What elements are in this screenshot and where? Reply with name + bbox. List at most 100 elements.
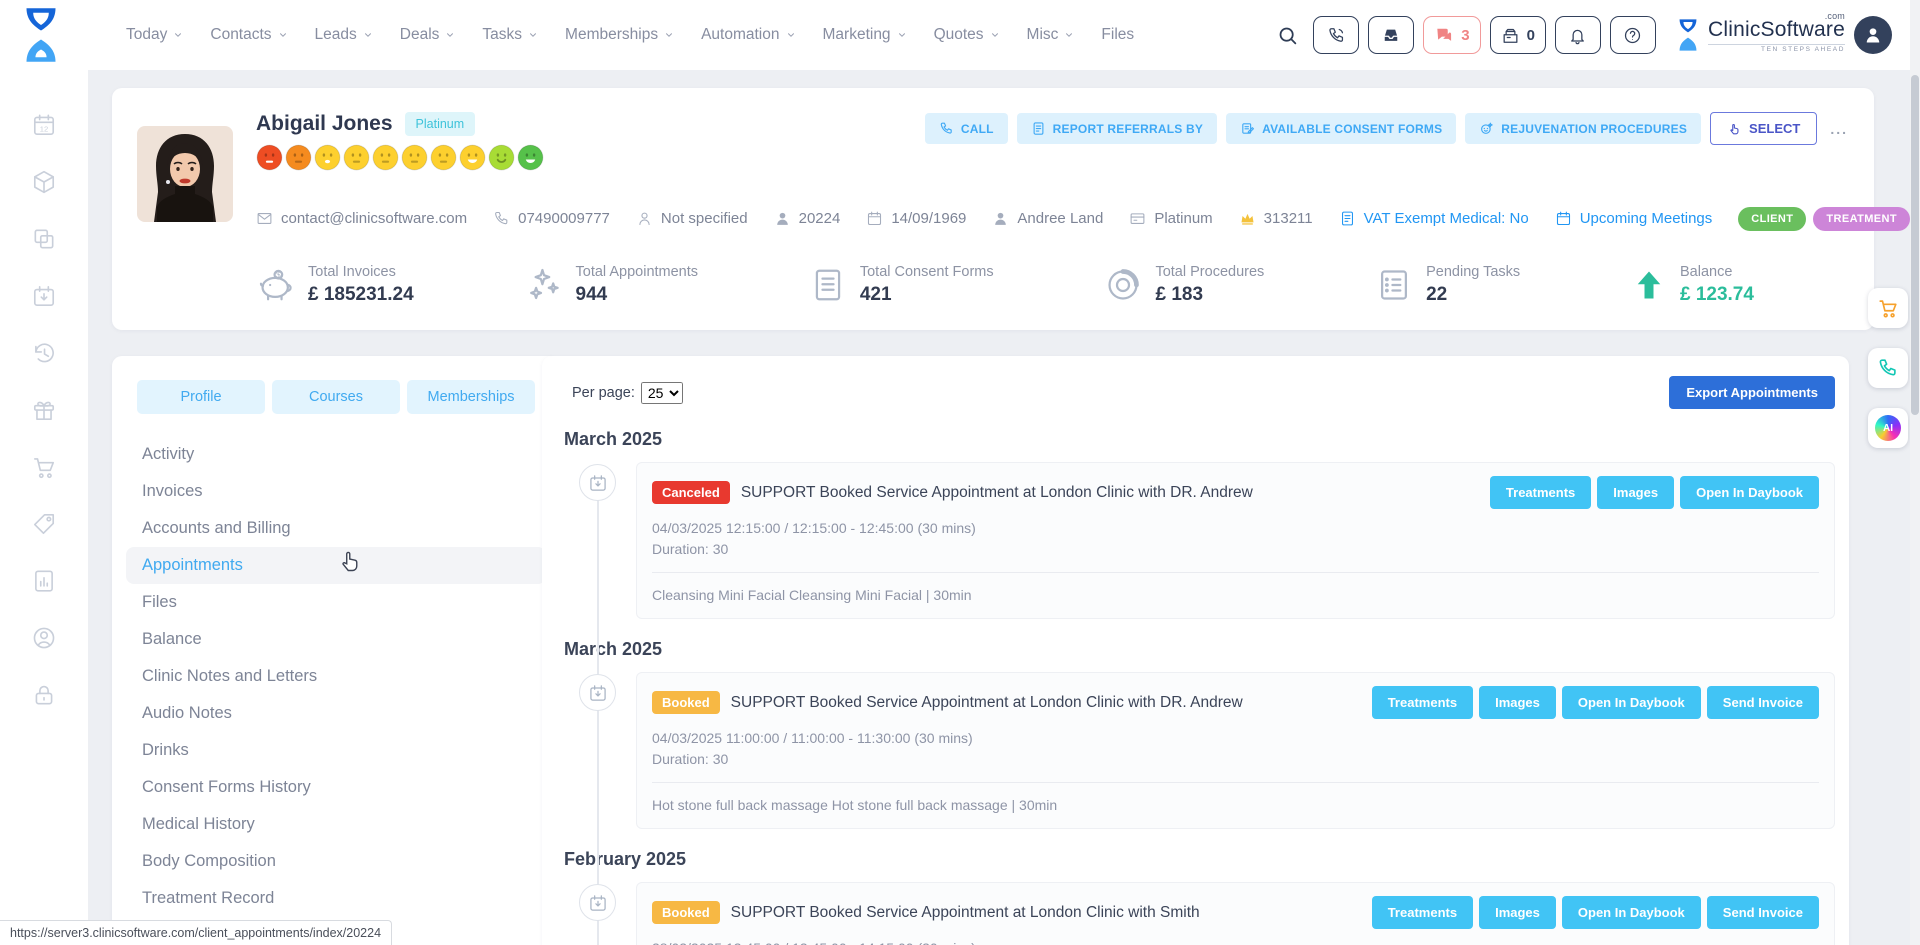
chat-button[interactable]: 3 [1423,16,1480,54]
sidebar-item-audio-notes[interactable]: Audio Notes [126,695,546,732]
images-button[interactable]: Images [1479,896,1556,929]
rail-chartdoc-icon[interactable] [31,568,57,594]
sidebar-item-activity[interactable]: Activity [126,436,546,473]
person-icon [1863,25,1883,45]
scrollbar-thumb[interactable] [1911,75,1919,415]
images-button[interactable]: Images [1597,476,1674,509]
nav-item-misc[interactable]: Misc [1027,26,1075,44]
mood-face-icon[interactable] [517,144,544,171]
mood-face-icon[interactable] [401,144,428,171]
hand-pointer-icon [1727,121,1742,136]
rail-tag-icon[interactable] [31,511,57,537]
rejuvenation-procedures-button[interactable]: REJUVENATION PROCEDURES [1465,113,1701,144]
chevron-down-icon [528,30,538,40]
tab-courses[interactable]: Courses [272,380,400,414]
mood-face-icon[interactable] [488,144,515,171]
treatments-button[interactable]: Treatments [1372,896,1473,929]
select-button[interactable]: SELECT [1710,112,1817,145]
nav-item-tasks[interactable]: Tasks [482,26,538,44]
chevron-down-icon [445,30,455,40]
nav-item-automation[interactable]: Automation [701,26,795,44]
rail-history-icon[interactable] [31,340,57,366]
help-button[interactable] [1610,16,1656,54]
sidebar-item-appointments[interactable]: Appointments [126,547,546,584]
nav-item-quotes[interactable]: Quotes [934,26,1000,44]
rail-usercircle-icon[interactable] [31,625,57,651]
sidebar-item-balance[interactable]: Balance [126,621,546,658]
rail-copy-icon[interactable] [31,226,57,252]
stat-total-invoices: $Total Invoices£ 185231.24 [257,264,414,306]
more-actions-button[interactable]: ... [1826,121,1852,137]
chat-badge: 3 [1461,27,1469,44]
nav-item-memberships[interactable]: Memberships [565,26,674,44]
nav-item-marketing[interactable]: Marketing [823,26,907,44]
tab-memberships[interactable]: Memberships [407,380,535,414]
dialer-button[interactable] [1313,16,1359,54]
label-client[interactable]: CLIENT [1738,207,1806,231]
per-page-select[interactable]: 25 [641,382,683,404]
rail-cart-icon[interactable] [31,454,57,480]
sidebar-item-consent-forms-history[interactable]: Consent Forms History [126,769,546,806]
rail-calendar12-icon[interactable]: 12 [31,112,57,138]
sidebar-item-drinks[interactable]: Drinks [126,732,546,769]
mood-face-icon[interactable] [459,144,486,171]
images-button[interactable]: Images [1479,686,1556,719]
call-button[interactable]: CALL [925,113,1008,144]
send-invoice-button[interactable]: Send Invoice [1707,686,1819,719]
mood-face-icon[interactable] [343,144,370,171]
open-in-daybook-button[interactable]: Open In Daybook [1562,896,1701,929]
sidebar-item-accounts-and-billing[interactable]: Accounts and Billing [126,510,546,547]
treatments-button[interactable]: Treatments [1372,686,1473,719]
rail-gift-icon[interactable] [31,397,57,423]
nav-item-leads[interactable]: Leads [315,26,373,44]
treatments-button[interactable]: Treatments [1490,476,1591,509]
nav-item-today[interactable]: Today [126,26,183,44]
phone-icon [1877,357,1899,379]
open-in-daybook-button[interactable]: Open In Daybook [1562,686,1701,719]
tab-profile[interactable]: Profile [137,380,265,414]
svg-text:$: $ [276,271,281,280]
sidebar-item-body-composition[interactable]: Body Composition [126,843,546,880]
rail-cube-icon[interactable] [31,169,57,195]
sidebar-item-clinic-notes-and-letters[interactable]: Clinic Notes and Letters [126,658,546,695]
mood-face-icon[interactable] [314,144,341,171]
stat-value: 944 [576,284,699,306]
nav-item-files[interactable]: Files [1101,26,1134,44]
notifications-button[interactable] [1555,16,1601,54]
contact-20224: 20224 [774,210,841,227]
sidebar-item-invoices[interactable]: Invoices [126,473,546,510]
send-invoice-button[interactable]: Send Invoice [1707,896,1819,929]
nav-item-deals[interactable]: Deals [400,26,456,44]
chat-icon [1434,25,1454,45]
page-scrollbar[interactable] [1910,0,1920,945]
mood-face-icon[interactable] [372,144,399,171]
mood-face-icon[interactable] [285,144,312,171]
client-photo[interactable] [137,126,233,222]
sidebar-item-treatment-record[interactable]: Treatment Record [126,880,546,917]
nav-item-contacts[interactable]: Contacts [210,26,287,44]
sidebar-item-medical-history[interactable]: Medical History [126,806,546,843]
floating-phone-button[interactable] [1868,348,1908,388]
till-button[interactable]: 0 [1490,16,1546,54]
floating-cart-button[interactable] [1868,288,1908,328]
report-referrals-by-button[interactable]: REPORT REFERRALS BY [1017,113,1217,144]
sidebar-item-files[interactable]: Files [126,584,546,621]
inbox-button[interactable] [1368,16,1414,54]
app-logo-icon[interactable] [18,6,64,64]
mood-face-icon[interactable] [256,144,283,171]
export-appointments-button[interactable]: Export Appointments [1669,376,1835,409]
timeline-calendar-icon [579,884,616,921]
search-icon[interactable] [1277,25,1298,46]
rail-calbook-icon[interactable] [31,283,57,309]
open-in-daybook-button[interactable]: Open In Daybook [1680,476,1819,509]
available-consent-forms-button[interactable]: AVAILABLE CONSENT FORMS [1226,113,1456,144]
client-name-row: Abigail Jones Platinum [256,112,475,136]
client-tier-badge: Platinum [405,112,476,136]
rail-lock-icon[interactable] [31,682,57,708]
label-treatment[interactable]: TREATMENT [1813,207,1910,231]
floating-ai-button[interactable]: AI [1868,408,1908,448]
user-avatar[interactable] [1854,16,1892,54]
status-badge: Booked [652,901,720,924]
mood-face-icon[interactable] [430,144,457,171]
client-name: Abigail Jones [256,112,393,136]
